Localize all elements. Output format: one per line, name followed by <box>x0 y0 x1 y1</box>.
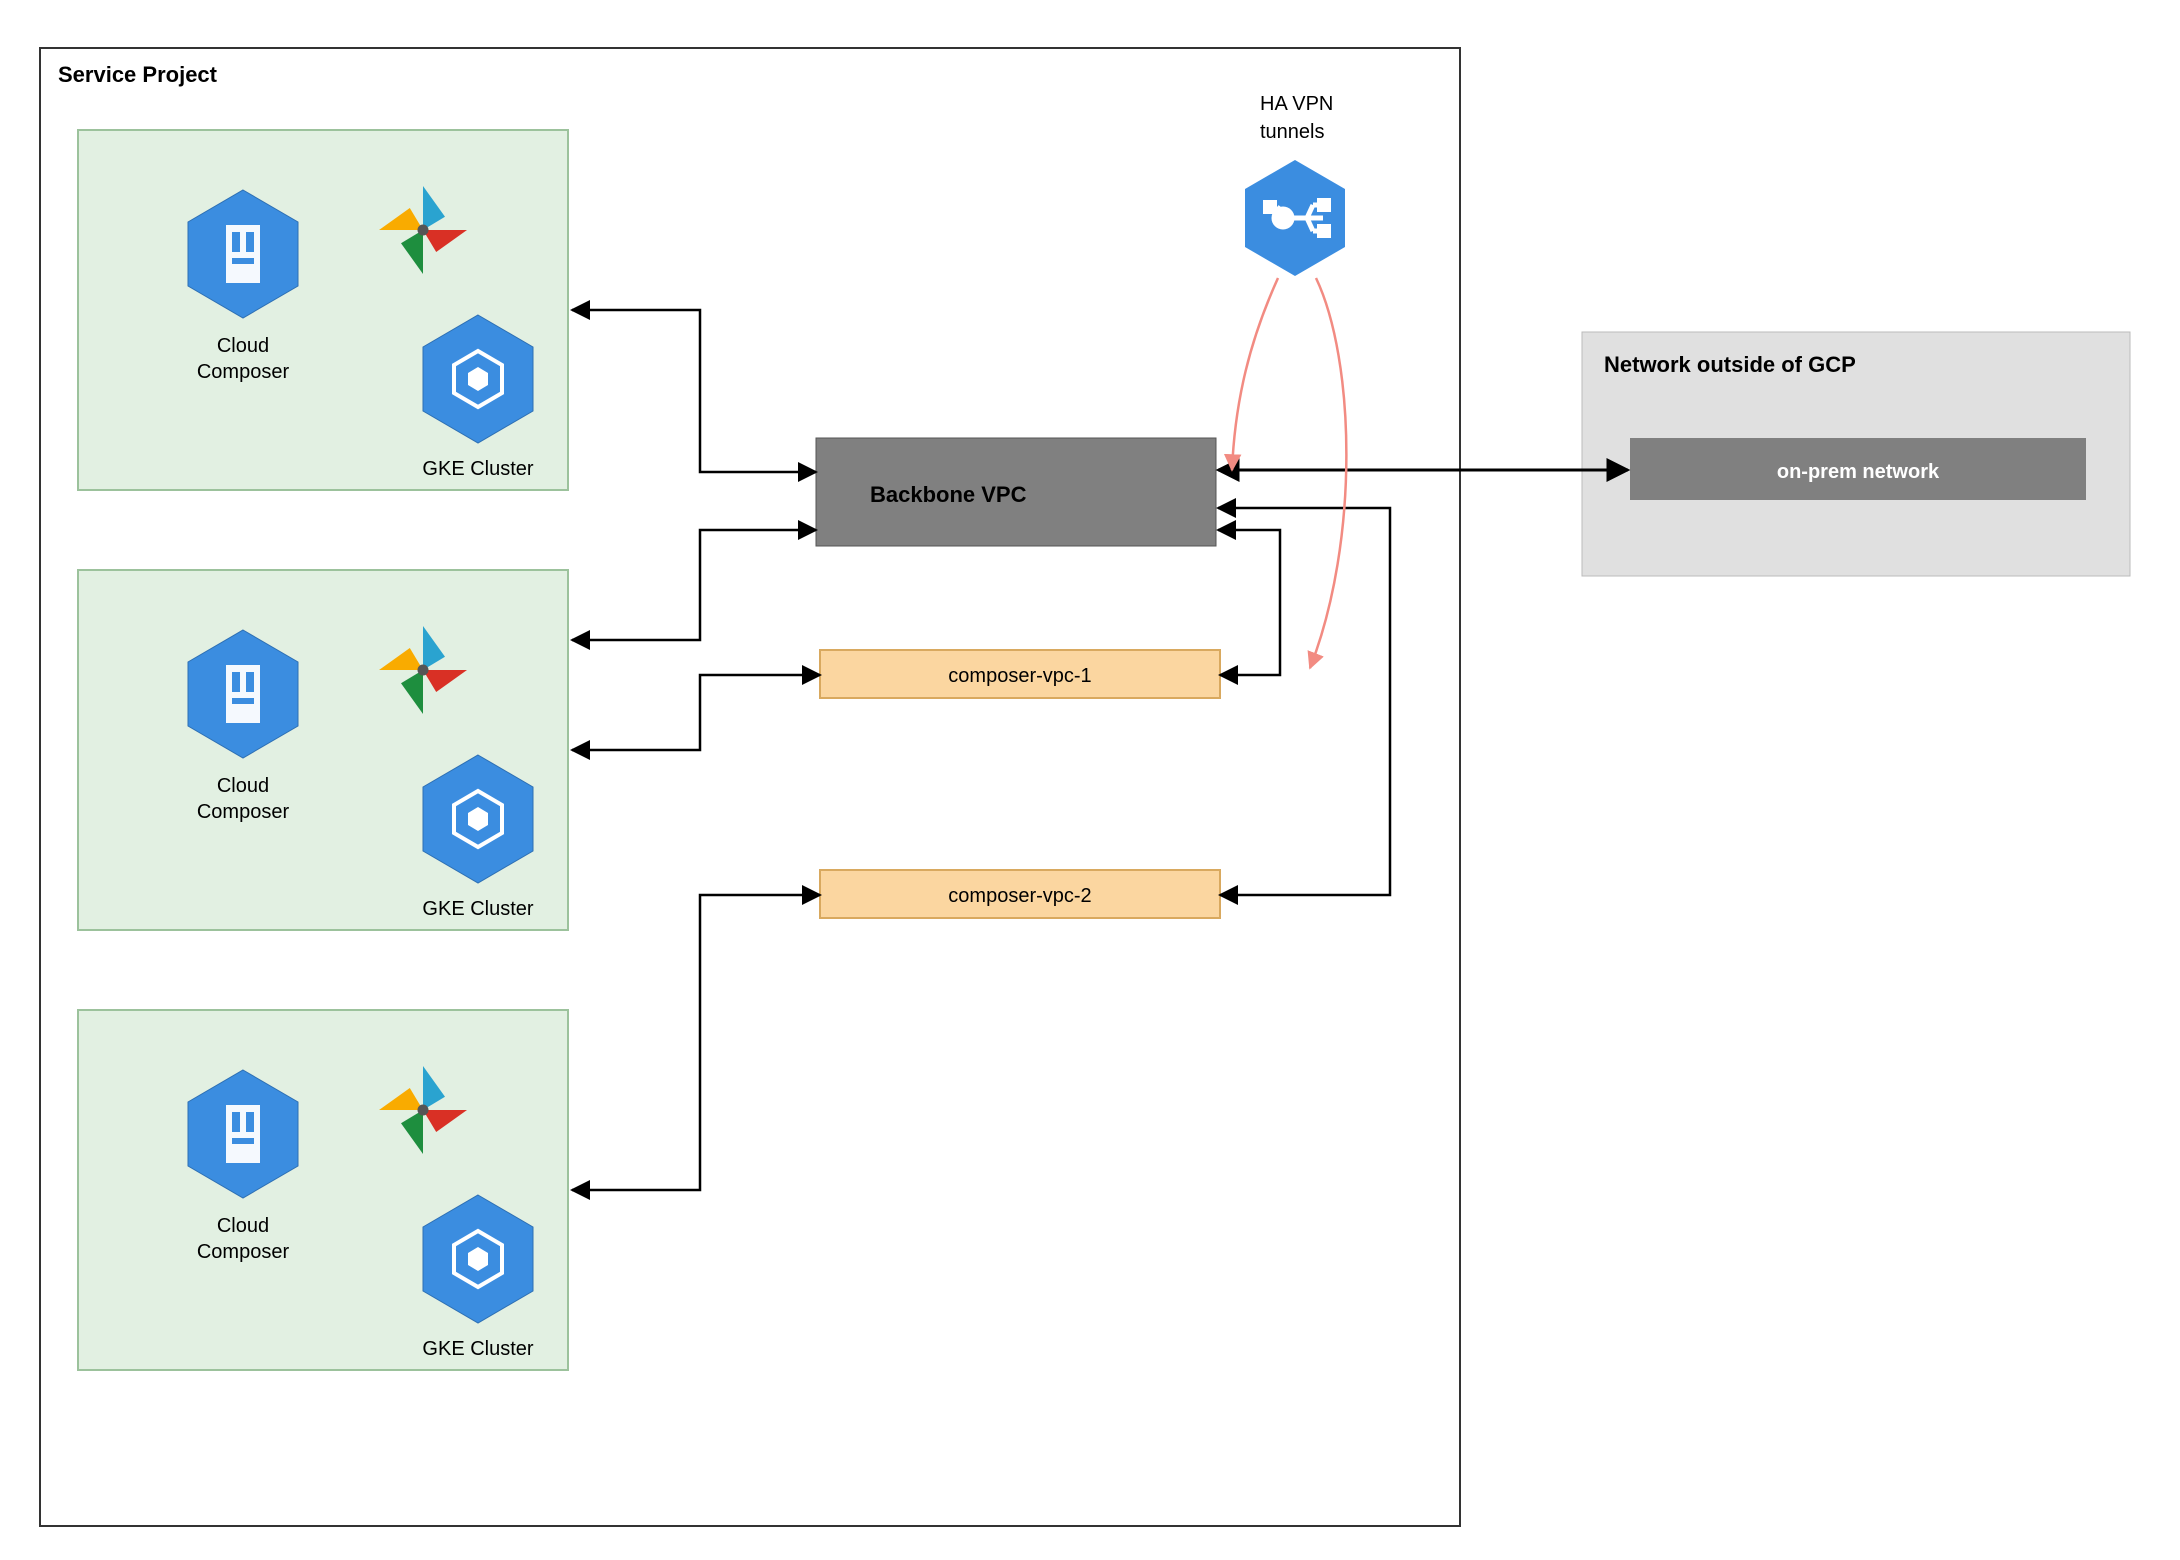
env-box-3: CloudComposer GKE Cluster <box>78 1010 568 1370</box>
conn-env1-backbone <box>572 310 816 472</box>
vpn-label-line1: HA VPN <box>1260 93 1333 115</box>
vpn-icon <box>1245 160 1345 276</box>
vpn-label-line2: tunnels <box>1260 121 1325 143</box>
gke-label: GKE Cluster <box>422 458 533 480</box>
architecture-diagram: Service Project CloudComposer GKE Cluste… <box>0 0 2180 1560</box>
conn-env2-backbone <box>572 530 816 640</box>
composer-vpc-1-label: composer-vpc-1 <box>948 665 1091 687</box>
composer-vpc-2-label: composer-vpc-2 <box>948 885 1091 907</box>
service-project-title: Service Project <box>58 62 218 87</box>
vpn-arrow-to-backbone <box>1232 278 1278 470</box>
env-box-1: CloudComposer GKE Cluster <box>78 130 568 490</box>
gke-label: GKE Cluster <box>422 898 533 920</box>
external-network-title: Network outside of GCP <box>1604 352 1856 377</box>
conn-cvpc1-backbone <box>1218 530 1280 675</box>
gke-label: GKE Cluster <box>422 1338 533 1360</box>
conn-env3-composervpc2 <box>572 895 820 1190</box>
vpn-arrow-to-cvpc1 <box>1310 278 1346 668</box>
onprem-label: on-prem network <box>1777 461 1940 483</box>
env-box-2: CloudComposer GKE Cluster <box>78 570 568 930</box>
conn-cvpc2-backbone <box>1218 508 1390 895</box>
backbone-vpc-label: Backbone VPC <box>870 482 1027 507</box>
conn-env2-composervpc1 <box>572 675 820 750</box>
